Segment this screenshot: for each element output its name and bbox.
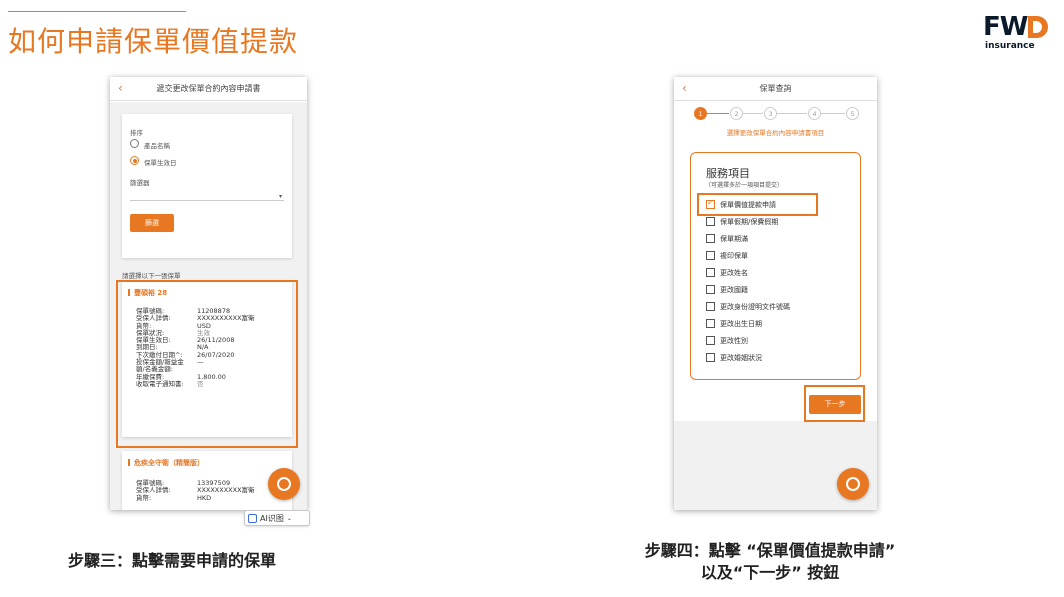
left-topbar: ‹ 遞交更改保單合約內容申請書 (110, 77, 307, 101)
radio-product-name[interactable] (130, 139, 139, 148)
policy-card-2[interactable]: 危疾全守衛（精簡版） 保單號碼: 13397509 受保人詳情: XXXXXXXXX… (122, 451, 292, 510)
service-panel: 服務項目 （可選擇多於一項項目提交） 保單價值提款申請 保單假期/保費假期 保單… (690, 152, 861, 380)
step-connector (821, 113, 845, 114)
sort-label: 排序 (130, 129, 143, 137)
caption-right-line2: 以及“下一步” 按鈕 (700, 563, 840, 582)
option-label: 更改身份證明文件號碼 (720, 303, 790, 311)
option-checkbox[interactable] (706, 319, 715, 328)
option-checkbox[interactable] (706, 268, 715, 277)
right-screen-title: 保單查詢 (759, 84, 792, 93)
back-icon[interactable]: ‹ (118, 81, 123, 95)
chevron-down-icon: ⌄ (286, 514, 292, 522)
step-3: 3 (764, 107, 777, 120)
sort-option-label: 保單生效日 (144, 159, 177, 167)
step-connector (743, 113, 763, 114)
option-highlight-box (697, 193, 818, 216)
ai-badge-label: AI识图 (260, 513, 284, 523)
back-icon[interactable]: ‹ (682, 81, 687, 95)
policy-details: 保單號碼: 13397509 受保人詳情: XXXXXXXXXX富衛 貨幣: HKD (136, 479, 255, 502)
option-label: 更改婚姻狀況 (720, 354, 762, 362)
chat-support-icon[interactable] (837, 468, 869, 500)
service-title: 服務項目 (706, 167, 750, 180)
sort-filter-card: 排序 產品名稱 保單生效日 篩選器 ▾ 篩選 (122, 114, 292, 258)
option-label: 更改國籍 (720, 286, 748, 294)
option-label: 保單期滿 (720, 235, 748, 243)
slide: 如何申請保單價值提款 FW insurance ‹ 遞交更改保單合約內容申請書 … (0, 0, 1064, 597)
caption-right: 步驟四：點擊 “保單價值提款申請” 以及“下一步” 按鈕 (600, 540, 940, 584)
right-phone-screen: ‹ 保單查詢 1 2 3 4 5 選擇更改保單合約內容申請書項目 服務項目 （可… (674, 77, 877, 510)
chat-support-icon[interactable] (268, 468, 300, 500)
detail-row: 受保人詳情: XXXXXXXXXX富衛 (136, 486, 255, 495)
policy-name: 危疾全守衛（精簡版） (128, 458, 204, 468)
step-4: 4 (808, 107, 821, 120)
step-5: 5 (846, 107, 859, 120)
step-connector (707, 113, 729, 114)
fwd-logo: FW insurance (983, 14, 1053, 51)
option-checkbox[interactable] (706, 251, 715, 260)
option-label: 保單假期/保費假期 (720, 218, 779, 226)
caption-right-line1: 步驟四：點擊 “保單價值提款申請” (644, 541, 896, 560)
step-1: 1 (694, 107, 707, 120)
filter-label: 篩選器 (130, 179, 150, 187)
title-rule (8, 11, 186, 12)
logo-d-icon (1028, 16, 1049, 38)
option-checkbox[interactable] (706, 234, 715, 243)
chevron-down-icon[interactable]: ▾ (279, 193, 282, 200)
option-label: 更改姓名 (720, 269, 748, 277)
caption-left: 步驟三：點擊需要申請的保單 (68, 551, 277, 570)
option-label: 更改性別 (720, 337, 748, 345)
sort-option-label: 產品名稱 (144, 142, 170, 150)
option-checkbox[interactable] (706, 217, 715, 226)
option-label: 更改出生日期 (720, 320, 762, 328)
ai-recognize-badge[interactable]: AI识图 ⌄ (244, 510, 310, 526)
option-checkbox[interactable] (706, 285, 715, 294)
next-highlight-box (804, 385, 865, 422)
left-screen-title: 遞交更改保單合約內容申請書 (156, 84, 261, 93)
radio-effective-date[interactable] (130, 156, 139, 165)
policy-highlight-box (116, 280, 298, 448)
step-2: 2 (730, 107, 743, 120)
logo-sub: insurance (985, 41, 1035, 51)
option-label: 複印保單 (720, 252, 748, 260)
option-checkbox[interactable] (706, 336, 715, 345)
ai-scan-icon (248, 513, 257, 523)
filter-button[interactable]: 篩選 (130, 214, 174, 232)
slide-title: 如何申請保單價值提款 (8, 25, 299, 58)
step-connector (777, 113, 807, 114)
step-caption: 選擇更改保單合約內容申請書項目 (726, 129, 825, 137)
filter-select[interactable] (130, 200, 284, 201)
detail-row: 貨幣: HKD (136, 493, 212, 502)
option-checkbox[interactable] (706, 353, 715, 362)
right-topbar: ‹ 保單查詢 (674, 77, 877, 101)
choose-policy-label: 請選擇以下一張保單 (122, 272, 181, 280)
logo-word: FW (983, 12, 1028, 42)
option-checkbox[interactable] (706, 302, 715, 311)
service-hint: （可選擇多於一項項目提交） (705, 182, 784, 189)
